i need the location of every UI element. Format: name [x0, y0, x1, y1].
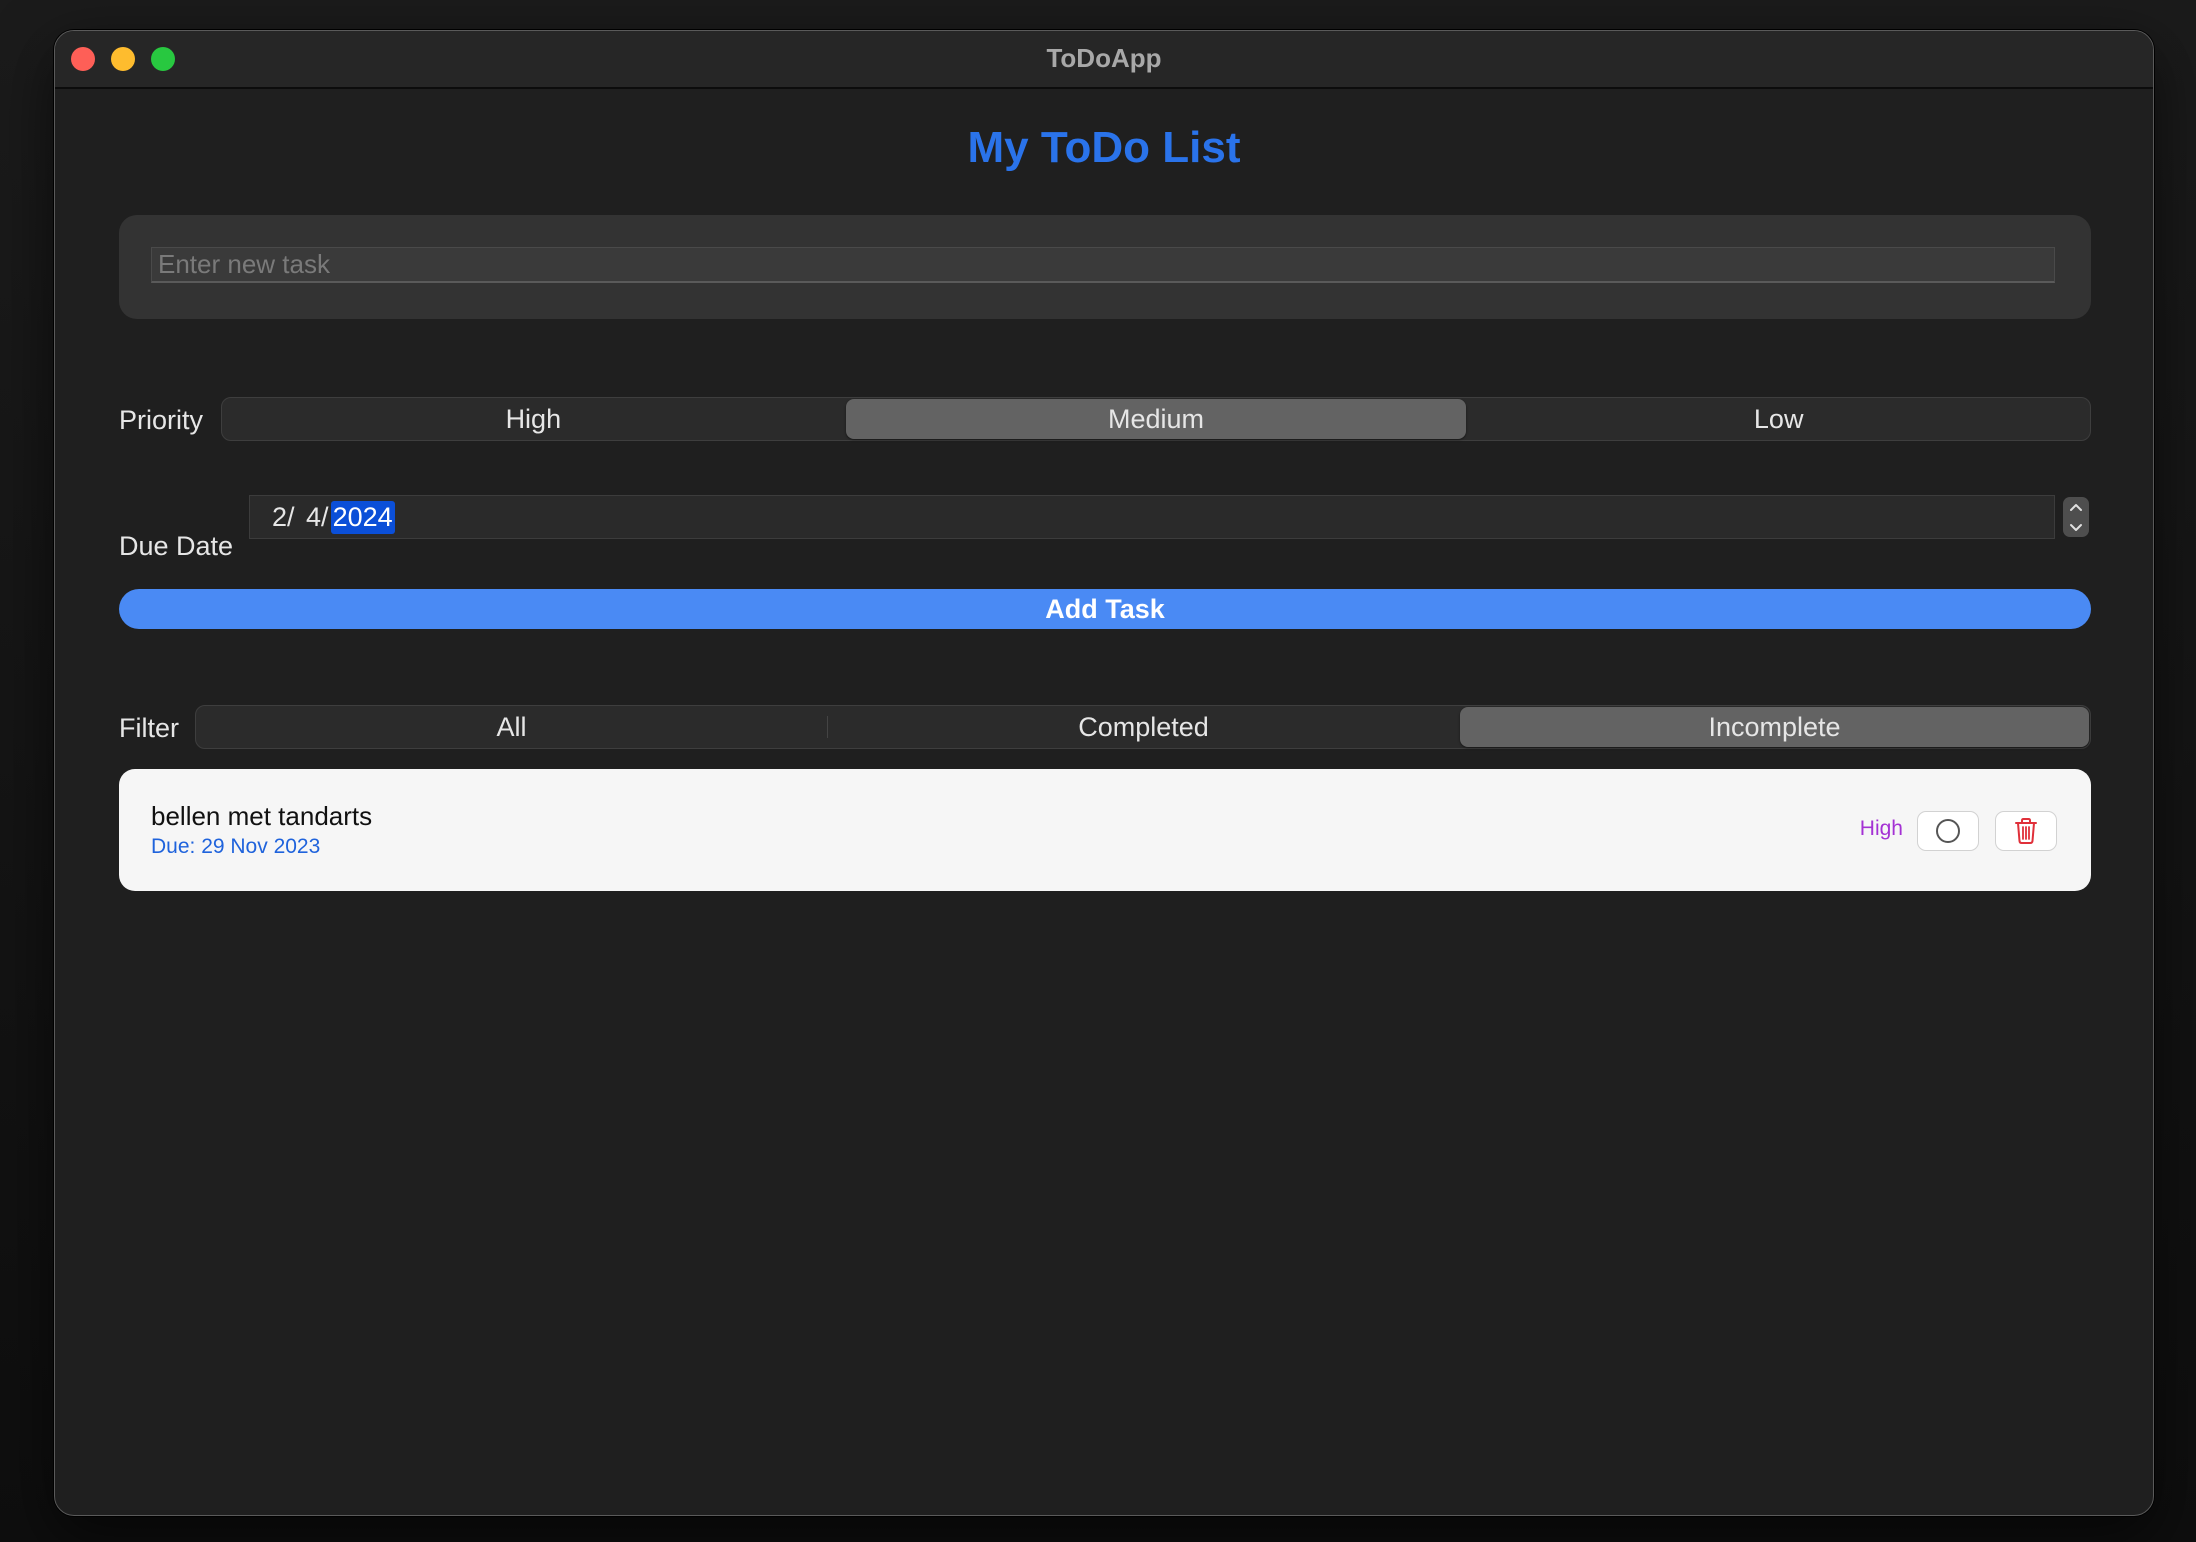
due-date-month[interactable]: 2/	[270, 501, 297, 534]
window-title: ToDoApp	[1046, 43, 1162, 73]
task-priority-badge: High	[1859, 817, 1903, 840]
date-stepper[interactable]	[2063, 497, 2089, 537]
trash-icon	[2015, 818, 2037, 844]
due-date-label: Due Date	[119, 531, 234, 561]
filter-option-all[interactable]: All	[197, 707, 826, 747]
task-row: bellen met tandarts Due: 29 Nov 2023 Hig…	[119, 769, 2091, 891]
chevron-up-icon[interactable]	[2069, 503, 2083, 512]
add-task-button[interactable]: Add Task	[119, 589, 2091, 629]
filter-option-incomplete[interactable]: Incomplete	[1460, 707, 2089, 747]
task-title: bellen met tandarts	[151, 801, 373, 831]
priority-segmented-control: High Medium Low	[221, 397, 2091, 441]
priority-label: Priority	[119, 405, 204, 435]
task-due-date: Due: 29 Nov 2023	[151, 835, 321, 858]
app-window: ToDoApp My ToDo List Priority High Mediu…	[54, 30, 2154, 1516]
title-bar[interactable]: ToDoApp	[55, 31, 2153, 89]
priority-option-high[interactable]: High	[223, 399, 844, 439]
new-task-panel	[119, 215, 2091, 319]
page-title: My ToDo List	[967, 123, 1241, 172]
chevron-down-icon[interactable]	[2069, 523, 2083, 532]
priority-option-low[interactable]: Low	[1468, 399, 2089, 439]
toggle-complete-button[interactable]	[1917, 811, 1979, 851]
delete-task-button[interactable]	[1995, 811, 2057, 851]
filter-label: Filter	[119, 713, 179, 743]
filter-option-completed[interactable]: Completed	[829, 707, 1458, 747]
due-date-day[interactable]: 4/	[297, 501, 331, 534]
due-date-year[interactable]: 2024	[330, 500, 395, 534]
new-task-input[interactable]	[151, 247, 2055, 283]
priority-option-medium[interactable]: Medium	[845, 399, 1467, 439]
segment-divider	[827, 716, 828, 738]
circle-icon	[1936, 819, 1960, 843]
desktop-background: ToDoApp My ToDo List Priority High Mediu…	[0, 0, 2196, 1542]
due-date-field[interactable]: 2/ 4/ 2024	[249, 495, 2055, 539]
filter-segmented-control: All Completed Incomplete	[195, 705, 2091, 749]
